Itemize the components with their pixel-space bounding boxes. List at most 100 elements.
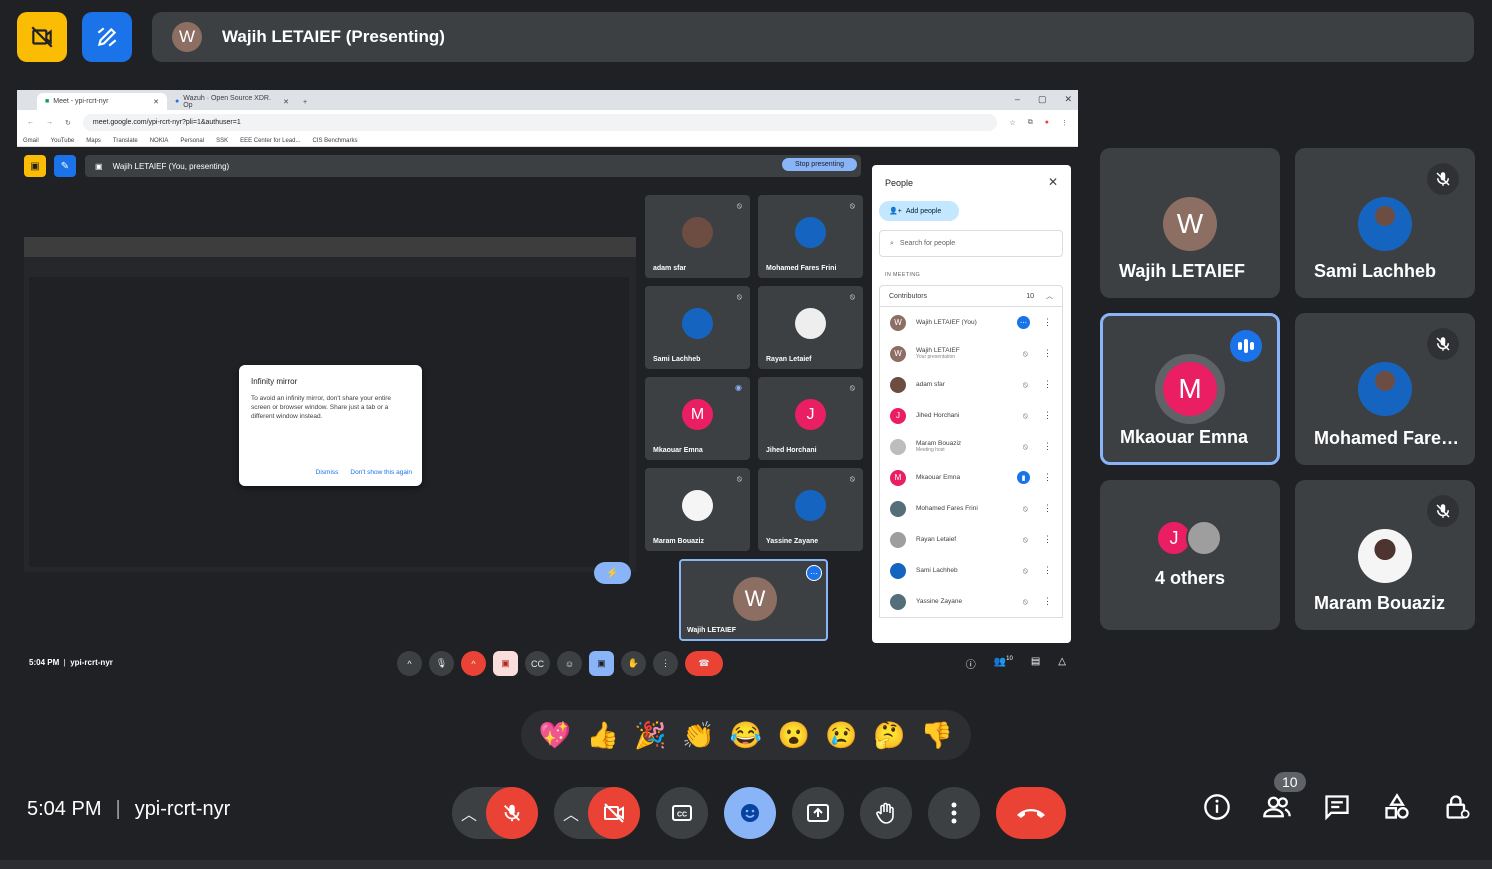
inner-participant-tile[interactable]: ⦸ adam sfar — [645, 195, 750, 278]
participant-tile-sami[interactable]: Sami Lachheb — [1295, 148, 1475, 298]
more-options-button[interactable] — [928, 787, 980, 839]
chat-icon[interactable]: ▤ — [1031, 656, 1040, 671]
reaction-emoji[interactable]: 👏 — [682, 720, 714, 751]
more-vert-icon[interactable]: ⋮ — [1043, 410, 1052, 421]
host-controls-button[interactable] — [1442, 792, 1472, 822]
extensions-icon[interactable]: ⧉ — [1028, 119, 1033, 127]
more-vert-icon[interactable]: ⋮ — [1043, 317, 1052, 328]
present-button[interactable]: ▣ — [589, 651, 614, 676]
annotate-button[interactable] — [82, 12, 132, 62]
emoji-button[interactable]: ☺ — [557, 651, 582, 676]
more-vert-icon[interactable]: ⋮ — [1043, 472, 1052, 483]
more-options-button[interactable]: ⋮ — [653, 651, 678, 676]
annotate-button[interactable]: ✎ — [54, 155, 76, 177]
video-options-button[interactable]: ︿ — [554, 801, 588, 825]
participant-tile-fares[interactable]: Mohamed Fare… — [1295, 313, 1475, 465]
reaction-emoji[interactable]: 👍 — [586, 720, 618, 751]
participant-tile-maram[interactable]: Maram Bouaziz — [1295, 480, 1475, 630]
inner-participant-tile[interactable]: ⦸ Sami Lachheb — [645, 286, 750, 369]
info-icon[interactable]: ⓘ — [966, 656, 976, 671]
participant-tile-emna[interactable]: M Mkaouar Emna — [1100, 313, 1280, 465]
search-people-input[interactable]: ⌕ Search for people — [879, 230, 1063, 257]
captions-button[interactable]: CC — [525, 651, 550, 676]
dismiss-button[interactable]: Dismiss — [316, 469, 339, 476]
participant-row[interactable]: Rayan Letaief ⦸ ⋮ — [880, 524, 1062, 555]
minimize-icon[interactable]: – — [1015, 94, 1020, 105]
more-vert-icon[interactable]: ⋮ — [1043, 596, 1052, 607]
dont-show-again-button[interactable]: Don't show this again — [350, 469, 412, 476]
others-tile[interactable]: J 4 others — [1100, 480, 1280, 630]
reaction-emoji[interactable]: 💖 — [539, 720, 571, 751]
participant-row[interactable]: Maram Bouaziz Meeting host ⦸ ⋮ — [880, 431, 1062, 462]
bookmark-item[interactable]: Translate — [113, 138, 138, 144]
participant-row[interactable]: W Wajih LETAIEF (You) ⋯ ⋮ — [880, 307, 1062, 338]
camera-button[interactable]: ▣ — [493, 651, 518, 676]
forward-icon[interactable]: → — [46, 119, 53, 126]
bookmark-item[interactable]: Gmail — [23, 138, 39, 144]
reaction-emoji[interactable]: 🎉 — [634, 720, 666, 751]
close-icon[interactable]: ✕ — [153, 98, 159, 106]
camera-off-badge[interactable] — [17, 12, 67, 62]
people-icon[interactable]: 👥10 — [994, 656, 1013, 671]
browser-tab-meet[interactable]: ■ Meet - ypi-rcrt-nyr ✕ — [37, 93, 167, 110]
more-vert-icon[interactable]: ⋮ — [1043, 379, 1052, 390]
new-tab-icon[interactable]: + — [297, 99, 313, 110]
participant-row[interactable]: J Jihed Horchani ⦸ ⋮ — [880, 400, 1062, 431]
inner-participant-tile[interactable]: ⦸ J Jihed Horchani — [758, 377, 863, 460]
participant-row[interactable]: Mohamed Fares Frini ⦸ ⋮ — [880, 493, 1062, 524]
close-icon[interactable]: ✕ — [283, 98, 289, 106]
leave-call-button[interactable]: ☎ — [685, 651, 723, 676]
meeting-details-button[interactable] — [1202, 792, 1232, 822]
restore-icon[interactable]: ▢ — [1038, 94, 1047, 105]
participant-row[interactable]: M Mkaouar Emna ▮ ⋮ — [880, 462, 1062, 493]
audio-options-button[interactable]: ^ — [397, 651, 422, 676]
inner-participant-tile[interactable]: ⦸ Maram Bouaziz — [645, 468, 750, 551]
browser-tab-wazuh[interactable]: ● Wazuh · Open Source XDR. Op ✕ — [167, 93, 297, 110]
add-people-button[interactable]: 👤+ Add people — [879, 201, 959, 221]
inner-participant-tile[interactable]: ⦸ Yassine Zayane — [758, 468, 863, 551]
more-vert-icon[interactable]: ⋮ — [1043, 534, 1052, 545]
participant-row[interactable]: Yassine Zayane ⦸ ⋮ — [880, 586, 1062, 617]
menu-icon[interactable]: ⋮ — [1061, 119, 1068, 127]
activities-icon[interactable]: △ — [1058, 656, 1066, 671]
reaction-emoji[interactable]: 👎 — [921, 720, 953, 751]
audio-options-button[interactable]: ︿ — [452, 801, 486, 825]
mic-button[interactable] — [486, 787, 538, 839]
inner-participant-tile[interactable]: ⦸ Rayan Letaief — [758, 286, 863, 369]
more-vert-icon[interactable]: ⋮ — [1043, 441, 1052, 452]
inner-participant-tile[interactable]: ⦸ Mohamed Fares Frini — [758, 195, 863, 278]
activities-button[interactable] — [1382, 792, 1412, 822]
people-button[interactable]: 10 — [1262, 772, 1306, 822]
close-window-icon[interactable]: ✕ — [1064, 94, 1072, 105]
self-tile[interactable]: W ⋯ Wajih LETAIEF — [679, 559, 828, 641]
bookmark-item[interactable]: EEE Center for Lead... — [240, 138, 300, 144]
bookmark-item[interactable]: Personal — [180, 138, 204, 144]
raise-hand-button[interactable] — [860, 787, 912, 839]
bookmark-item[interactable]: CIS Benchmarks — [312, 138, 357, 144]
participant-row[interactable]: Sami Lachheb ⦸ ⋮ — [880, 555, 1062, 586]
bookmark-item[interactable]: NOKIA — [150, 138, 169, 144]
emoji-button[interactable] — [724, 787, 776, 839]
more-vert-icon[interactable]: ⋮ — [1043, 348, 1052, 359]
raise-hand-button[interactable]: ✋ — [621, 651, 646, 676]
bookmark-item[interactable]: SSK — [216, 138, 228, 144]
video-options-button[interactable]: ^ — [461, 651, 486, 676]
leave-call-button[interactable] — [996, 787, 1066, 839]
participant-row[interactable]: W Wajih LETAIEF Your presentation ⦸ ⋮ — [880, 338, 1062, 369]
close-icon[interactable]: ✕ — [1048, 175, 1058, 189]
more-options-icon[interactable]: ⋯ — [806, 565, 822, 581]
more-vert-icon[interactable]: ⋮ — [1043, 565, 1052, 576]
reaction-emoji[interactable]: 😮 — [778, 720, 810, 751]
star-icon[interactable]: ☆ — [1009, 119, 1015, 127]
contributors-header[interactable]: Contributors 10 ︿ — [879, 285, 1063, 307]
more-vert-icon[interactable]: ⋮ — [1043, 503, 1052, 514]
reaction-emoji[interactable]: 😂 — [730, 720, 762, 751]
captions-button[interactable]: CC — [656, 787, 708, 839]
profile-icon[interactable]: ● — [1045, 119, 1049, 126]
camera-off-badge[interactable]: ▣ — [24, 155, 46, 177]
address-bar[interactable]: meet.google.com/ypi-rcrt-nyr?pli=1&authu… — [82, 114, 998, 131]
reaction-emoji[interactable]: 🤔 — [873, 720, 905, 751]
inner-participant-tile[interactable]: ◉ M Mkaouar Emna — [645, 377, 750, 460]
bookmark-item[interactable]: Maps — [86, 138, 101, 144]
mic-button[interactable]: 🎙 — [429, 651, 454, 676]
